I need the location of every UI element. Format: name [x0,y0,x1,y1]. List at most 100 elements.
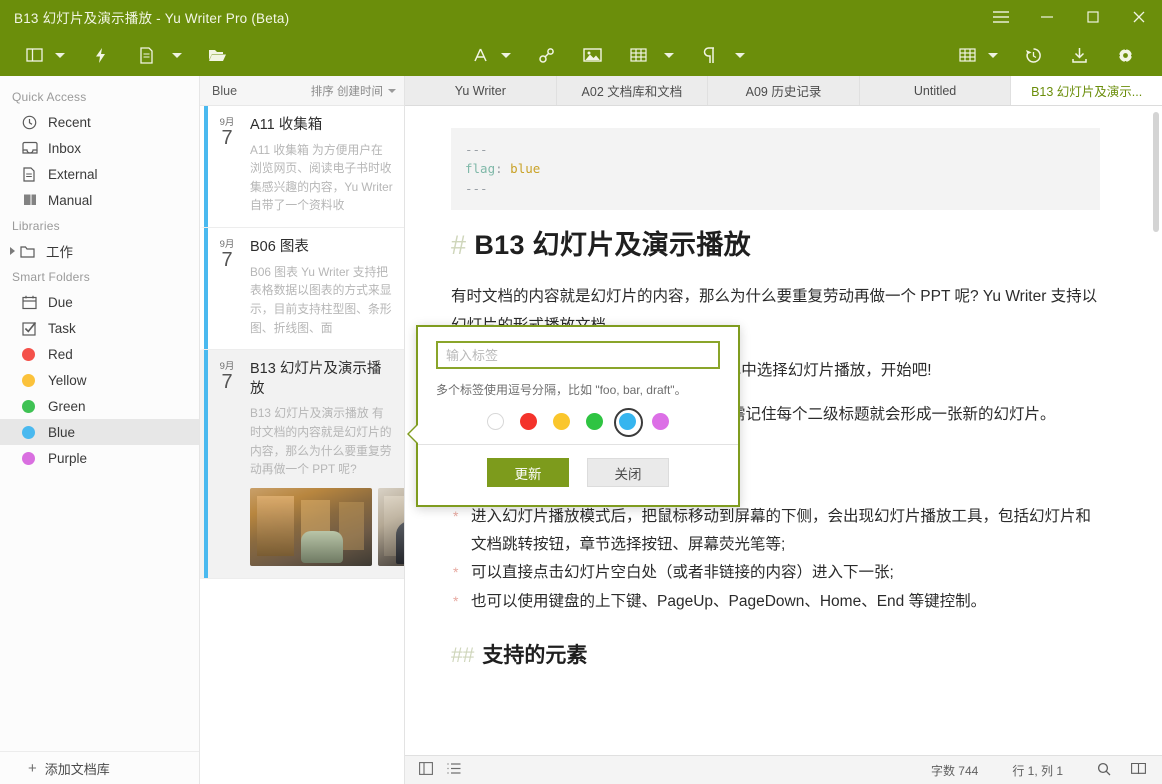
new-document-icon[interactable] [131,34,161,76]
table-icon[interactable] [623,34,653,76]
sidebar-item-due[interactable]: Due [0,289,199,315]
editor-scrollbar-thumb[interactable] [1153,112,1159,232]
bullet-marker: * [453,592,459,609]
cursor-position: 行 1, 列 1 [1012,763,1063,778]
swatch-red[interactable] [520,413,537,430]
bullet-text: 可以直接点击幻灯片空白处（或者非链接的内容）进入下一张; [471,564,894,582]
close-button[interactable] [1116,0,1162,34]
export-icon[interactable] [1064,34,1094,76]
list-item-day: 7 [221,248,233,271]
split-view-icon[interactable] [419,762,433,778]
toolbar-left-group [0,34,240,76]
list-item-date: 9月 7 [204,238,250,337]
swatch-blue[interactable] [614,408,643,437]
toggle-sidebar-icon[interactable] [19,34,49,76]
text-format-chevron-down-icon[interactable] [498,34,514,76]
close-button[interactable]: 关闭 [587,458,669,487]
history-icon[interactable] [1018,34,1048,76]
list-item[interactable]: 9月 7 B13 幻灯片及演示播放 B13 幻灯片及演示播放 有时文档的内容就是… [200,350,404,579]
swatch-none[interactable] [487,413,504,430]
new-document-chevron-down-icon[interactable] [169,34,185,76]
sidebar-item-green[interactable]: Green [0,393,199,419]
sidebar-item-purple[interactable]: Purple [0,445,199,471]
thumbnail-image [378,487,404,566]
swatch-yellow[interactable] [553,413,570,430]
settings-gear-icon[interactable] [1110,34,1140,76]
outline-list-icon[interactable] [447,762,461,778]
toggle-sidebar-chevron-down-icon[interactable] [52,34,68,76]
frontmatter-value: blue [510,161,541,177]
paragraph-chevron-down-icon[interactable] [732,34,748,76]
minimize-button[interactable] [1024,0,1070,34]
add-library-button[interactable]: + 添加文档库 [0,751,199,784]
frontmatter-sep: : [495,161,503,177]
sidebar-group-title-libraries: Libraries [12,219,60,233]
document-list-scroll[interactable]: 9月 7 A11 收集箱 A11 收集箱 为方便用户在浏览网页、阅读电子书时收集… [200,106,404,784]
quick-action-icon[interactable] [85,34,115,76]
table-chevron-down-icon[interactable] [661,34,677,76]
swatch-green[interactable] [586,413,603,430]
folder-icon [20,245,42,258]
calendar-icon [22,295,44,310]
sidebar-group-title-smart-folders: Smart Folders [12,270,90,284]
open-folder-icon[interactable] [202,34,232,76]
paragraph-icon[interactable] [694,34,724,76]
sidebar-item-yellow[interactable]: Yellow [0,367,199,393]
sidebar-item-task[interactable]: Task [0,315,199,341]
color-dot-icon [22,451,44,465]
link-icon[interactable] [531,34,561,76]
tag-hint-text: 多个标签使用逗号分隔，比如 "foo, bar, draft"。 [436,383,687,397]
tab-yu-writer[interactable]: Yu Writer [405,76,557,105]
list-item-bullet: * 进入幻灯片播放模式后，把鼠标移动到屏幕的下侧，会出现幻灯片播放工具，包括幻灯片… [451,503,1100,558]
status-left-icons [419,762,461,778]
tag-input[interactable] [436,341,720,369]
window-controls [978,0,1162,34]
sidebar-item-recent[interactable]: Recent [0,109,199,135]
expand-triangle-icon[interactable] [10,247,15,255]
sidebar-scroll: Quick Access Recent Inbox External Manua… [0,76,199,751]
tab-a09[interactable]: A09 历史记录 [708,76,860,105]
list-item[interactable]: 9月 7 B06 图表 B06 图表 Yu Writer 支持把表格数据以图表的… [200,228,404,351]
status-bar: 字数 744 行 1, 列 1 [405,755,1162,784]
window-title: B13 幻灯片及演示播放 - Yu Writer Pro (Beta) [14,11,290,26]
sidebar-item-label: 工作 [46,245,73,260]
popup-divider [418,444,738,445]
toolbar-right-group [949,34,1148,76]
update-button[interactable]: 更新 [487,458,569,487]
tab-a02[interactable]: A02 文档库和文档 [557,76,709,105]
inbox-icon [22,141,44,155]
document-list-panel: Blue 排序 创建时间 9月 7 A11 收集箱 A11 收集箱 为方便用户在… [200,76,405,784]
tab-b13[interactable]: B13 幻灯片及演示... [1011,76,1162,105]
bullet-marker: * [453,564,459,581]
sidebar-item-inbox[interactable]: Inbox [0,135,199,161]
text-format-icon[interactable] [465,34,495,76]
list-item-excerpt: B13 幻灯片及演示播放 有时文档的内容就是幻灯片的内容，那么为什么要重复劳动再… [250,406,392,477]
grid-view-chevron-down-icon[interactable] [985,34,1001,76]
sidebar-item-external[interactable]: External [0,161,199,187]
sidebar-item-blue[interactable]: Blue [0,419,199,445]
heading-level-1: # B13 幻灯片及演示播放 [451,228,1100,263]
menu-icon[interactable] [978,0,1024,34]
tab-untitled[interactable]: Untitled [860,76,1012,105]
sidebar-item-label: Red [48,346,73,362]
list-item-excerpt: B06 图表 Yu Writer 支持把表格数据以图表的方式来显示，目前支持柱型… [250,264,392,335]
list-item[interactable]: 9月 7 A11 收集箱 A11 收集箱 为方便用户在浏览网页、阅读电子书时收集… [200,106,404,229]
sidebar-item-red[interactable]: Red [0,341,199,367]
word-count: 字数 744 [930,763,979,778]
sidebar-item-library-work[interactable]: 工作 [0,238,199,264]
search-icon[interactable] [1097,762,1111,779]
image-icon[interactable] [577,34,607,76]
list-item-body: B13 幻灯片及演示播放 B13 幻灯片及演示播放 有时文档的内容就是幻灯片的内… [250,360,404,566]
sidebar-item-manual[interactable]: Manual [0,187,199,213]
frontmatter-block[interactable]: --- flag: blue --- [451,128,1100,211]
book-view-icon[interactable] [1131,762,1146,778]
list-item-date: 9月 7 [204,360,250,566]
grid-view-icon[interactable] [952,34,982,76]
swatch-purple[interactable] [652,413,669,430]
checkbox-icon [22,321,44,336]
maximize-button[interactable] [1070,0,1116,34]
list-item-title: B06 图表 [250,239,309,256]
editor-scrollbar[interactable] [1152,110,1160,751]
sort-dropdown[interactable]: 排序 创建时间 [311,83,396,99]
list-item-excerpt: A11 收集箱 为方便用户在浏览网页、阅读电子书时收集感兴趣的内容，Yu Wri… [250,142,393,213]
